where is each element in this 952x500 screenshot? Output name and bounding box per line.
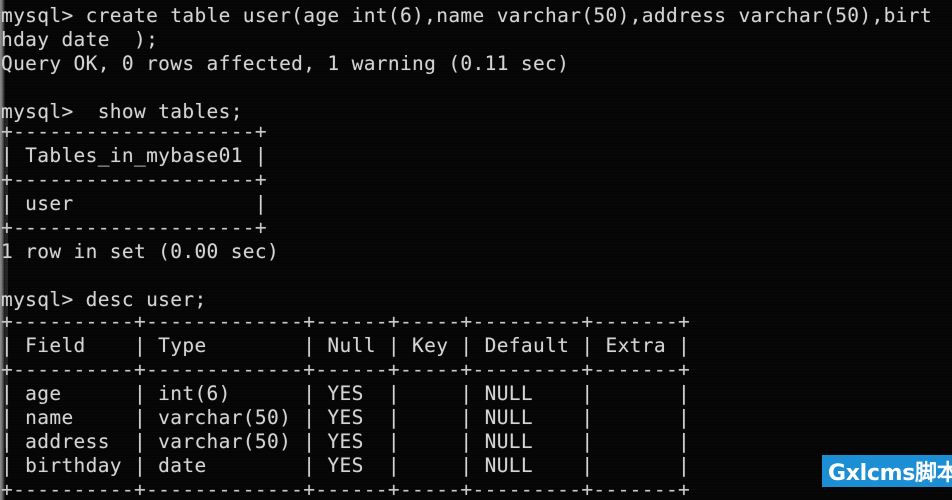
console-line-prompt-desc-user: mysql> desc user;	[1, 288, 207, 311]
watermark-label: Gxlcms脚本	[828, 461, 952, 486]
table-header-row: | Field | Type | Null | Key | Default | …	[1, 334, 691, 357]
console-line: Query OK, 0 rows affected, 1 warning (0.…	[1, 52, 570, 75]
table-row: | name | varchar(50) | YES | | NULL | |	[1, 406, 691, 429]
watermark-badge: Gxlcms脚本	[822, 455, 952, 487]
table-row: | age | int(6) | YES | | NULL | |	[1, 382, 691, 405]
table-rule: +----------+-------------+------+-----+-…	[1, 310, 691, 333]
table-rule: +--------------------+	[1, 168, 267, 191]
table-rule: +----------+-------------+------+-----+-…	[1, 478, 691, 500]
mysql-console-output[interactable]: mysql> create table user(age int(6),name…	[0, 0, 952, 500]
console-line: mysql> create table user(age int(6),name…	[1, 4, 932, 27]
table-rule: +--------------------+	[1, 120, 267, 143]
table-row: | user |	[1, 192, 267, 215]
terminal-screenshot: mysql> create table user(age int(6),name…	[0, 0, 952, 500]
table-rule: +--------------------+	[1, 216, 267, 239]
console-line: hday date );	[1, 28, 159, 51]
table-rule: +----------+-------------+------+-----+-…	[1, 358, 691, 381]
table-header-row: | Tables_in_mybase01 |	[1, 144, 267, 167]
table-row: | birthday | date | YES | | NULL | |	[1, 454, 691, 477]
table-row: | address | varchar(50) | YES | | NULL |…	[1, 430, 691, 453]
console-line-result-count: 1 row in set (0.00 sec)	[1, 240, 280, 263]
